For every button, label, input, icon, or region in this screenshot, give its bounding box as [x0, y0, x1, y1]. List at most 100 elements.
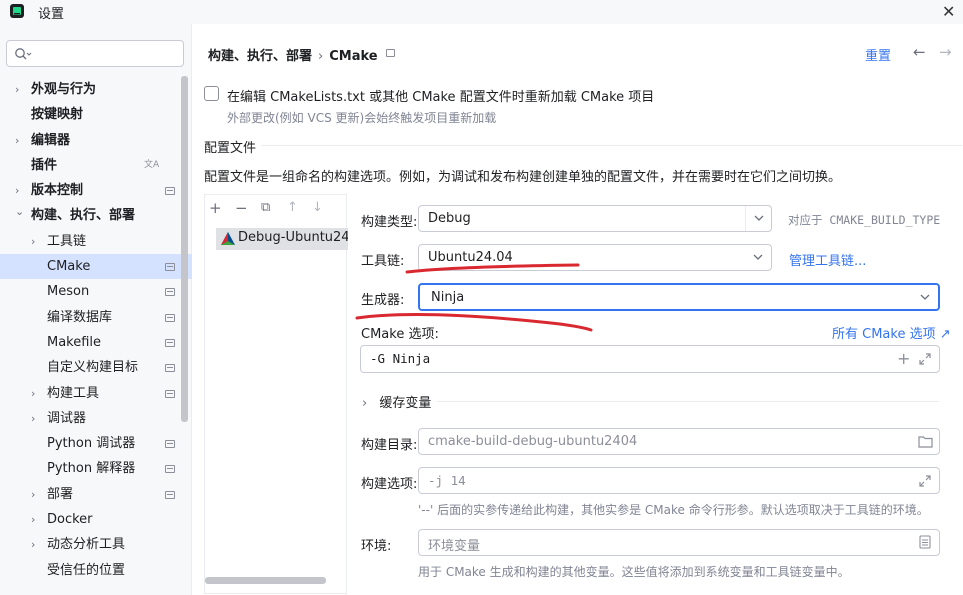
sidebar-item[interactable]: Python 调试器 — [0, 431, 192, 456]
sidebar-item[interactable]: Meson — [0, 279, 192, 304]
project-scope-icon — [165, 389, 175, 398]
manage-toolchains-link[interactable]: 管理工具链... — [789, 250, 866, 269]
chevron-right-icon[interactable]: › — [31, 381, 41, 406]
sidebar-item-label: 构建、执行、部署 — [31, 208, 136, 224]
build-type-dropdown[interactable] — [745, 206, 771, 231]
reload-cmake-checkbox[interactable] — [204, 86, 219, 101]
build-dir-input[interactable]: cmake-build-debug-ubuntu2404 — [418, 428, 940, 455]
reset-link[interactable]: 重置 — [865, 45, 891, 64]
environment-hint: 用于 CMake 生成和构建的其他变量。这些值将添加到系统变量和工具链变量中。 — [418, 565, 850, 579]
sidebar-item[interactable]: › 编辑器 — [0, 128, 192, 153]
add-profile-icon[interactable]: + — [209, 199, 222, 217]
sidebar-item[interactable]: › Docker — [0, 507, 192, 532]
sidebar-item-label: Docker — [47, 512, 93, 528]
chevron-right-icon[interactable]: › — [31, 532, 41, 557]
remove-profile-icon[interactable]: − — [235, 199, 248, 217]
sidebar-item-label: Python 调试器 — [47, 436, 136, 452]
sidebar-item[interactable]: › 构建工具 — [0, 381, 192, 406]
sidebar-item[interactable]: 插件 文A — [0, 153, 192, 178]
cache-variables-toggle[interactable]: › 缓存变量 — [362, 392, 431, 411]
build-dir-label: 构建目录: — [361, 438, 418, 453]
project-scope-icon — [165, 288, 175, 297]
project-scope-icon — [165, 364, 175, 373]
chevron-right-icon[interactable]: › — [31, 507, 41, 532]
forward-arrow-icon[interactable]: → — [939, 43, 952, 61]
chevron-down-icon — [920, 294, 930, 300]
chevron-down-icon — [754, 215, 764, 221]
sidebar-item[interactable]: 编译数据库 — [0, 305, 192, 330]
profiles-section-title: 配置文件 — [204, 141, 257, 156]
sidebar-item[interactable]: Python 解释器 — [0, 456, 192, 481]
sidebar-item[interactable]: CMake — [0, 254, 192, 280]
sidebar-item[interactable]: › 外观与行为 — [0, 77, 192, 102]
profile-list-scrollbar[interactable] — [205, 577, 326, 584]
sidebar-item-label: 插件 — [31, 157, 58, 173]
cmake-options-input[interactable]: -G Ninja + — [360, 345, 940, 373]
chevron-right-icon[interactable]: › — [15, 77, 25, 102]
expand-icon[interactable] — [918, 474, 932, 488]
search-input[interactable] — [6, 40, 184, 67]
project-scope-icon — [165, 338, 175, 347]
sidebar-item-label: 编译数据库 — [47, 309, 113, 325]
profiles-description: 配置文件是一组命名的构建选项。例如，为调试和发布构建创建单独的配置文件，并在需要… — [204, 170, 842, 185]
sidebar-item-label: CMake — [47, 259, 91, 275]
move-down-icon[interactable]: ↓ — [312, 200, 323, 215]
breadcrumb-parent[interactable]: 构建、执行、部署 — [208, 49, 312, 64]
project-scope-icon — [165, 263, 175, 272]
reload-cmake-label[interactable]: 在编辑 CMakeLists.txt 或其他 CMake 配置文件时重新加载 C… — [227, 86, 654, 105]
sidebar-item[interactable]: Makefile — [0, 330, 192, 355]
folder-icon[interactable] — [918, 435, 933, 448]
sidebar-item-label: Makefile — [47, 334, 102, 350]
sidebar-item[interactable]: › 版本控制 — [0, 178, 192, 203]
add-icon[interactable]: + — [897, 349, 910, 368]
sidebar-scrollbar[interactable] — [181, 76, 188, 422]
build-options-hint: '--' 后面的实参传递给此构建，其他实参是 CMake 命令行形参。默认选项取… — [418, 503, 929, 517]
build-options-input[interactable]: -j 14 — [418, 467, 940, 494]
toolchain-value: Ubuntu24.04 — [428, 250, 513, 265]
chevron-right-icon[interactable]: › — [31, 229, 41, 254]
close-icon[interactable]: ✕ — [942, 2, 955, 21]
toolchain-combo[interactable]: Ubuntu24.04 — [418, 244, 772, 271]
cache-divider — [437, 401, 939, 402]
back-arrow-icon[interactable]: ← — [913, 43, 926, 61]
move-up-icon[interactable]: ↑ — [287, 200, 298, 215]
window-title: 设置 — [38, 7, 65, 22]
settings-tree: › 外观与行为 按键映射 › 编辑器 插件 文A › 版本控制 ⌄ 构建、执行、部署 › 工具链 CMak… — [0, 77, 192, 583]
sidebar-item[interactable]: 按键映射 — [0, 102, 192, 127]
cache-variables-label: 缓存变量 — [379, 396, 432, 411]
cmake-icon — [221, 232, 235, 245]
generator-combo[interactable]: Ninja — [418, 283, 940, 311]
environment-input[interactable]: 环境变量 — [418, 529, 940, 556]
all-cmake-options-link[interactable]: 所有 CMake 选项 ↗ — [832, 323, 951, 342]
sidebar-item-label: 自定义构建目标 — [47, 360, 139, 376]
edit-environment-icon[interactable] — [919, 535, 931, 549]
project-scope-icon — [165, 187, 175, 196]
profile-item[interactable]: Debug-Ubuntu24.04 — [216, 228, 348, 250]
sidebar-item-label: Meson — [47, 284, 90, 300]
profile-toolbar: + − ⧉ ↑ ↓ — [205, 195, 346, 223]
chevron-right-icon: › — [362, 396, 368, 411]
build-type-combo[interactable]: Debug — [418, 205, 772, 232]
copy-profile-icon[interactable]: ⧉ — [261, 200, 270, 215]
translate-icon[interactable]: 文A — [144, 153, 159, 178]
chevron-right-icon[interactable]: › — [15, 128, 25, 153]
generator-label: 生成器: — [361, 293, 405, 308]
expand-icon[interactable] — [918, 352, 932, 366]
chevron-right-icon[interactable]: › — [31, 406, 41, 431]
sidebar-item-label: 调试器 — [47, 410, 87, 426]
generator-dropdown[interactable] — [912, 285, 938, 310]
sidebar-item[interactable]: 自定义构建目标 — [0, 355, 192, 380]
settings-sidebar: › 外观与行为 按键映射 › 编辑器 插件 文A › 版本控制 ⌄ 构建、执行、部署 › 工具链 CMak… — [0, 24, 192, 595]
sidebar-item[interactable]: › 部署 — [0, 482, 192, 507]
sidebar-item-label: 动态分析工具 — [47, 537, 126, 553]
chevron-right-icon[interactable]: › — [31, 482, 41, 507]
sidebar-item[interactable]: 受信任的位置 — [0, 558, 192, 583]
sidebar-item[interactable]: ⌄ 构建、执行、部署 — [0, 203, 192, 228]
toolchain-dropdown[interactable] — [745, 245, 771, 270]
sidebar-item[interactable]: › 调试器 — [0, 406, 192, 431]
sidebar-item-label: 工具链 — [47, 233, 87, 249]
profile-list: + − ⧉ ↑ ↓ Debug-Ubuntu24.04 — [204, 194, 348, 594]
sidebar-item[interactable]: › 动态分析工具 — [0, 532, 192, 557]
sidebar-item[interactable]: › 工具链 — [0, 229, 192, 254]
chevron-down-icon[interactable]: ⌄ — [15, 199, 25, 224]
